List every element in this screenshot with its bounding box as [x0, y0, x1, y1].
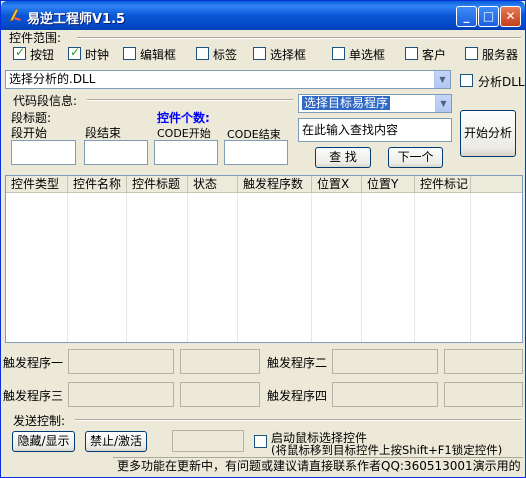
column-gridline [237, 193, 238, 342]
target-program-value: 选择目标易程序 [302, 96, 391, 110]
search-input[interactable]: 在此输入查找内容 [298, 118, 452, 142]
scope-checkbox-label: 时钟 [85, 48, 110, 62]
mouse-select-hint: (将鼠标移到目标控件上按Shift+F1锁定控件) [271, 443, 503, 457]
column-header[interactable]: 控件类型 [6, 176, 68, 193]
minimize-button[interactable]: _ [456, 6, 477, 27]
scope-checkbox-label: 标签 [213, 48, 238, 62]
column-gridline [361, 193, 362, 342]
trigger-4-label: 触发程序四 [267, 389, 328, 403]
start-analysis-button[interactable]: 开始分析 [460, 110, 516, 157]
trigger-2-label: 触发程序二 [267, 356, 328, 370]
table-header: 控件类型 控件名称 控件标题 状态 触发程序数 位置X 位置Y 控件标记 [6, 176, 522, 193]
title-bar[interactable]: 易逆工程师V1.5 _ □ ✕ [1, 1, 525, 30]
segment-start-label: 段开始 [11, 126, 48, 140]
scope-checkbox-6[interactable] [405, 47, 418, 60]
trigger-2-count-field [444, 349, 523, 374]
column-header[interactable]: 位置X [312, 176, 362, 193]
trigger-4-count-field [444, 382, 523, 407]
trigger-1-count-field [180, 349, 260, 374]
mouse-select-checkbox[interactable] [254, 435, 267, 448]
send-control-divider [75, 419, 521, 421]
maximize-button[interactable]: □ [478, 6, 499, 27]
column-header[interactable]: 控件标记 [415, 176, 471, 193]
window-title: 易逆工程师V1.5 [27, 12, 126, 27]
column-gridline [414, 193, 415, 342]
trigger-4-field [332, 382, 438, 407]
scope-checkbox-label: 编辑框 [140, 48, 177, 62]
scope-label: 控件范围: [9, 31, 62, 45]
scope-checkbox-5[interactable] [332, 47, 345, 60]
analyze-dll-checkbox[interactable] [460, 74, 473, 87]
search-button[interactable]: 查 找 [315, 147, 371, 168]
app-icon [9, 8, 21, 22]
trigger-3-field [68, 382, 174, 407]
scope-checkbox-label: 选择框 [270, 48, 307, 62]
column-gridline [187, 193, 188, 342]
next-button[interactable]: 下一个 [388, 147, 443, 168]
trigger-2-field [332, 349, 438, 374]
column-header[interactable]: 触发程序数 [238, 176, 312, 193]
scope-divider [77, 37, 521, 39]
trigger-3-count-field [180, 382, 260, 407]
scope-checkbox-label: 按钮 [30, 48, 55, 62]
column-gridline [311, 193, 312, 342]
status-bar: 更多功能在更新中，有问题或建议请直接联系作者QQ:360513001演示用的 [113, 457, 523, 475]
segment-start-field[interactable] [11, 140, 76, 165]
scope-checkbox-1[interactable] [68, 45, 81, 60]
send-control-label: 发送控制: [13, 414, 66, 428]
scope-checkbox-2[interactable] [123, 47, 136, 60]
send-control-field [172, 430, 244, 452]
dll-select[interactable]: 选择分析的.DLL ▼ [5, 70, 451, 89]
column-header[interactable]: 状态 [188, 176, 238, 193]
main-window: 易逆工程师V1.5 _ □ ✕ 控件范围: 按钮 时钟 编辑框 标签 选择框 单选框 客户 服… [0, 0, 526, 478]
scope-checkbox-3[interactable] [196, 47, 209, 60]
column-gridline [470, 193, 471, 342]
target-program-select[interactable]: 选择目标易程序 ▼ [298, 94, 452, 113]
scope-checkbox-7[interactable] [465, 47, 478, 60]
scope-checkbox-label: 客户 [422, 48, 447, 62]
column-gridline [67, 193, 68, 342]
trigger-1-field [68, 349, 174, 374]
control-count-label: 控件个数: [157, 111, 210, 125]
status-text: 更多功能在更新中，有问题或建议请直接联系作者QQ:360513001演示用的 [117, 459, 521, 473]
search-input-text: 在此输入查找内容 [302, 123, 399, 137]
trigger-1-label: 触发程序一 [3, 356, 64, 370]
trigger-3-label: 触发程序三 [3, 389, 64, 403]
close-button[interactable]: ✕ [500, 6, 521, 27]
analyze-dll-label: 分析DLL [478, 75, 525, 89]
scope-checkbox-0[interactable] [13, 45, 26, 60]
column-header[interactable]: 控件标题 [127, 176, 188, 193]
chevron-down-icon[interactable]: ▼ [434, 71, 450, 88]
chevron-down-icon[interactable]: ▼ [435, 95, 451, 112]
scope-checkbox-4[interactable] [253, 47, 266, 60]
column-header[interactable]: 控件名称 [68, 176, 127, 193]
code-start-label: CODE开始 [157, 127, 211, 140]
controls-table[interactable]: 控件类型 控件名称 控件标题 状态 触发程序数 位置X 位置Y 控件标记 [5, 175, 523, 343]
column-header[interactable]: 位置Y [362, 176, 415, 193]
scope-checkbox-label: 单选框 [349, 48, 386, 62]
column-gridline [126, 193, 127, 342]
code-end-field[interactable] [224, 140, 288, 165]
dll-select-value: 选择分析的.DLL [9, 72, 96, 86]
disable-enable-button[interactable]: 禁止/激活 [85, 431, 147, 452]
scope-checkbox-label: 服务器 [482, 48, 519, 62]
code-info-divider [87, 99, 293, 101]
segment-end-label: 段结束 [85, 126, 122, 140]
code-info-label: 代码段信息: [13, 94, 78, 108]
segment-end-field[interactable] [84, 140, 148, 165]
code-start-field[interactable] [154, 140, 218, 165]
hide-show-button[interactable]: 隐藏/显示 [12, 431, 75, 452]
